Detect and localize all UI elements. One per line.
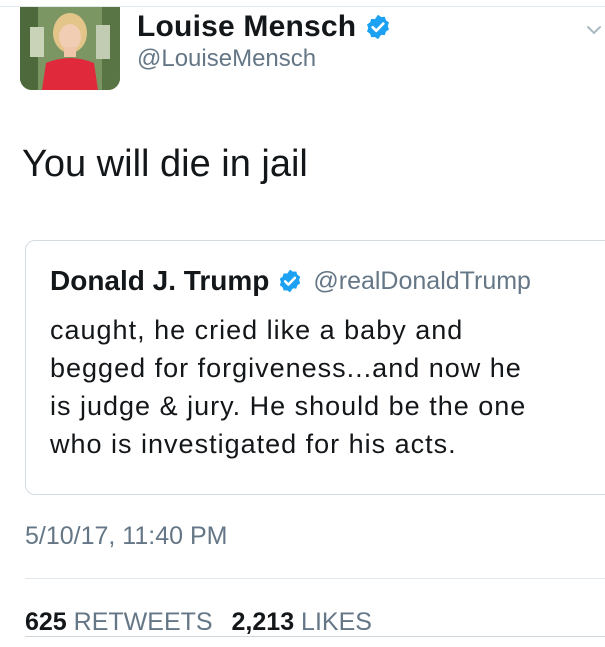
author-name-text: Louise Mensch xyxy=(137,10,357,43)
quoted-tweet-text: caught, he cried like a baby and begged … xyxy=(50,315,527,459)
retweets-label[interactable]: RETWEETS xyxy=(74,608,213,636)
verified-badge-icon xyxy=(280,269,301,293)
tweet-text: You will die in jail xyxy=(22,143,308,185)
author-handle[interactable]: @LouiseMensch xyxy=(137,45,316,73)
engagement-stats: 625 RETWEETS 2,213 LIKES xyxy=(25,608,384,637)
chevron-down-icon[interactable] xyxy=(584,20,604,40)
divider xyxy=(25,578,605,579)
verified-badge-icon xyxy=(367,14,390,40)
likes-count[interactable]: 2,213 xyxy=(232,608,295,636)
avatar-photo xyxy=(20,7,120,90)
quoted-author-handle: @realDonaldTrump xyxy=(313,266,531,295)
likes-label[interactable]: LIKES xyxy=(301,608,372,636)
quoted-author-name: Donald J. Trump xyxy=(50,265,270,296)
retweets-count[interactable]: 625 xyxy=(25,608,67,636)
tweet-timestamp[interactable]: 5/10/17, 11:40 PM xyxy=(25,522,227,551)
author-name[interactable]: Louise Mensch xyxy=(137,10,392,44)
quoted-author: Donald J. Trump @realDonaldTrump xyxy=(50,265,531,297)
author-avatar[interactable] xyxy=(20,7,120,90)
quoted-tweet-card[interactable]: Donald J. Trump @realDonaldTrump caught,… xyxy=(25,240,605,495)
bottom-divider xyxy=(25,636,605,637)
